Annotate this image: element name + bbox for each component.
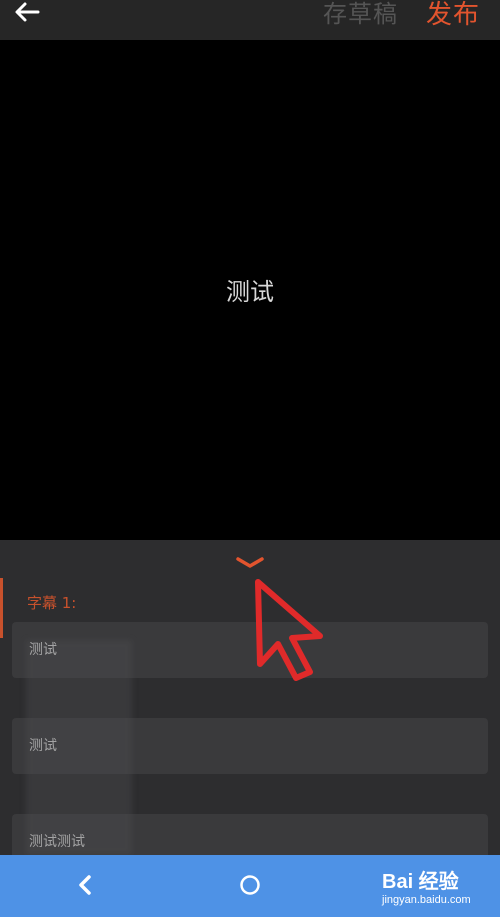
panel-edge-marker xyxy=(0,578,3,638)
save-draft-button[interactable]: 存草稿 xyxy=(323,0,398,29)
video-preview[interactable]: 测试 xyxy=(0,40,500,540)
blurred-overlay xyxy=(26,640,132,855)
chevron-down-icon xyxy=(236,557,264,568)
nav-home-button[interactable] xyxy=(236,871,264,899)
watermark-url: jingyan.baidu.com xyxy=(382,894,471,906)
arrow-left-icon xyxy=(15,2,40,22)
chevron-left-icon xyxy=(79,875,91,895)
watermark: Bai 经验 jingyan.baidu.com xyxy=(382,865,500,913)
top-bar: 存草稿 发布 xyxy=(0,0,500,40)
system-nav-bar: Bai 经验 jingyan.baidu.com xyxy=(0,855,500,917)
collapse-panel-button[interactable] xyxy=(233,554,267,572)
subtitle-header: 字幕 1: xyxy=(27,594,77,612)
annotation-arrow-icon xyxy=(255,579,323,681)
publish-button[interactable]: 发布 xyxy=(426,0,480,31)
watermark-title: Bai 经验 xyxy=(382,871,459,893)
nav-back-button[interactable] xyxy=(72,871,100,899)
back-button[interactable] xyxy=(14,0,54,24)
preview-caption: 测试 xyxy=(226,278,274,306)
circle-home-icon xyxy=(240,875,260,895)
